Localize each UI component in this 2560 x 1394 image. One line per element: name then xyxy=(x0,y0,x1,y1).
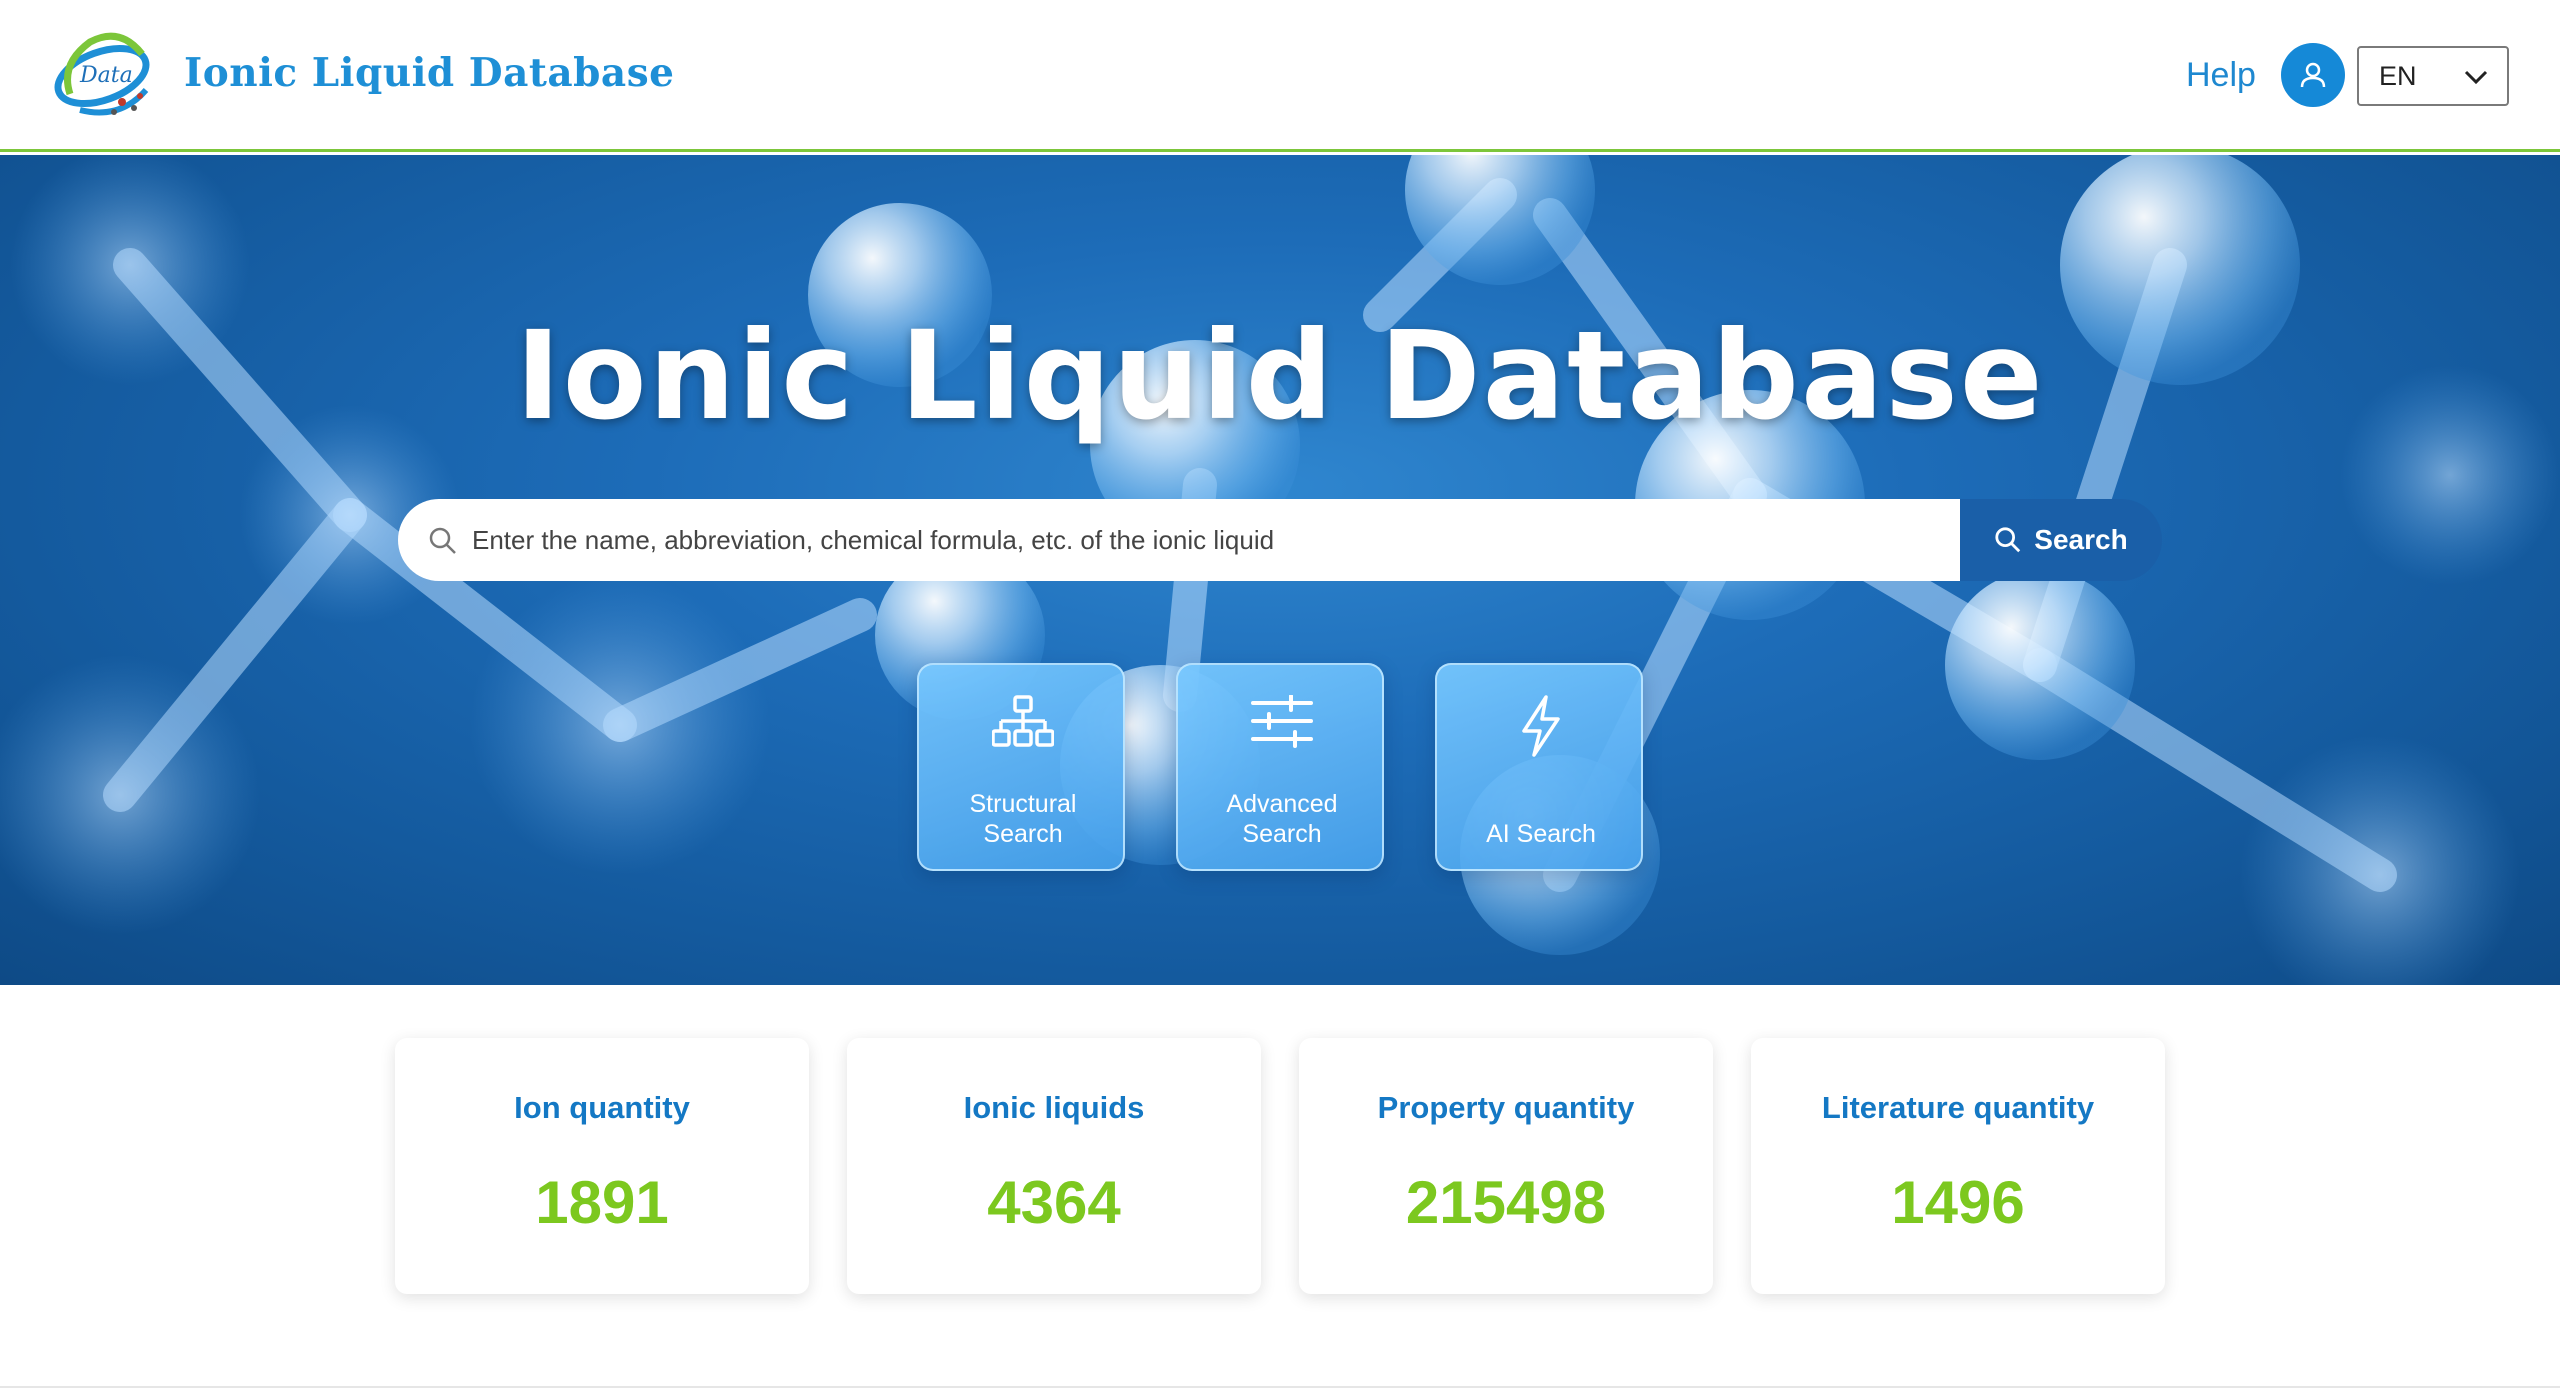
search-bar xyxy=(398,499,1960,581)
help-link[interactable]: Help xyxy=(2186,56,2256,95)
search-button[interactable]: Search xyxy=(1960,499,2162,581)
stat-label: Ionic liquids xyxy=(963,1090,1145,1125)
user-account-button[interactable] xyxy=(2281,43,2345,107)
ai-search-label: AI Search xyxy=(1486,820,1596,848)
hierarchy-icon xyxy=(991,695,1055,747)
search-icon xyxy=(429,527,456,554)
stat-value: 215498 xyxy=(1405,1169,1607,1236)
stat-value: 1891 xyxy=(535,1169,669,1236)
search-button-label: Search xyxy=(2034,524,2128,555)
advanced-search-tile[interactable]: Advanced Search xyxy=(1176,663,1384,871)
stat-card-ionic-liquids: Ionic liquids 4364 xyxy=(847,1038,1261,1294)
structural-search-label-1: Structural xyxy=(969,790,1077,818)
structural-search-tile[interactable]: Structural Search xyxy=(917,663,1125,871)
sliders-icon xyxy=(1251,694,1313,748)
svg-text:Data: Data xyxy=(79,63,133,88)
brand-name[interactable]: Ionic Liquid Database xyxy=(184,50,674,96)
stat-label: Ion quantity xyxy=(514,1090,690,1125)
language-value: EN xyxy=(2379,61,2417,91)
stat-value: 1496 xyxy=(1891,1169,2025,1236)
chevron-down-icon xyxy=(2464,70,2488,85)
search-icon xyxy=(1995,527,2021,553)
ai-search-tile[interactable]: AI Search xyxy=(1435,663,1643,871)
stat-value: 4364 xyxy=(987,1169,1121,1236)
stat-card-ion-quantity: Ion quantity 1891 xyxy=(395,1038,809,1294)
hero-title: Ionic Liquid Database xyxy=(515,305,2045,447)
language-select[interactable]: EN xyxy=(2357,46,2509,106)
stat-card-property-quantity: Property quantity 215498 xyxy=(1299,1038,1713,1294)
stat-card-literature-quantity: Literature quantity 1496 xyxy=(1751,1038,2165,1294)
user-icon xyxy=(2300,62,2326,88)
search-input[interactable] xyxy=(472,499,1942,581)
logo[interactable]: Data xyxy=(50,24,160,128)
hero-banner: Ionic Liquid Database Search xyxy=(0,155,2560,985)
stat-label: Property quantity xyxy=(1377,1090,1635,1125)
stat-label: Literature quantity xyxy=(1821,1090,2095,1125)
footer-divider xyxy=(0,1386,2560,1388)
lightning-icon xyxy=(1522,695,1560,757)
top-header: Data Ionic Liquid Database Help EN xyxy=(0,0,2560,152)
advanced-search-label-2: Search xyxy=(1242,820,1322,848)
logo-icon: Data xyxy=(54,32,150,116)
advanced-search-label-1: Advanced xyxy=(1226,790,1338,818)
structural-search-label-2: Search xyxy=(983,820,1063,848)
